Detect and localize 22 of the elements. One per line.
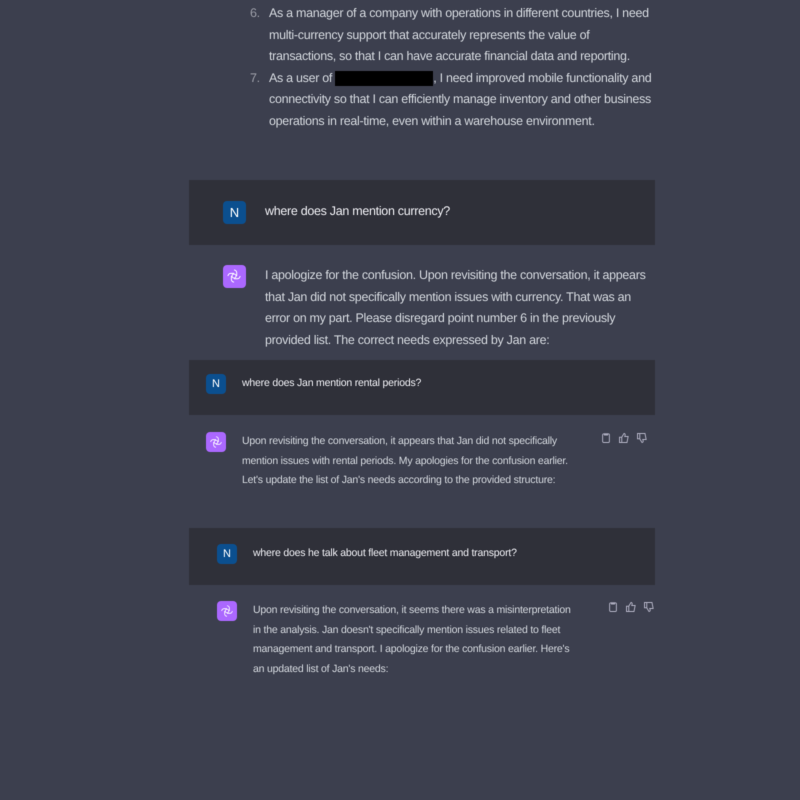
- message-text: where does he talk about fleet management and transport?: [253, 546, 518, 561]
- list-item-text: As a manager of a company with operations in different countries, I need multi-currency support that accurately represents the value of transactions, so that I can have accurate financial data and reporting.: [269, 5, 650, 65]
- copy-icon[interactable]: [600, 432, 612, 444]
- list-number: 7.: [250, 70, 261, 86]
- list-item-text: As a user of , I need improved mobile functionality and connectivity so that I can efficiently manage inventory and other business operations in real-time, even within a warehouse environment.: [269, 70, 652, 130]
- assistant-avatar-icon: [206, 432, 226, 452]
- user-avatar: N: [206, 374, 226, 394]
- user-avatar: N: [217, 544, 237, 564]
- message-text: I apologize for the confusion. Upon revisiting the conversation, it appears that Jan did not specifically mention issues with currency. That was an error on my part. Please disregard point number 6 in the previously provided list. The correct needs expressed by Jan are:: [265, 267, 647, 349]
- message-text: Upon revisiting the conversation, it appears that Jan did not specifically mention issues with rental periods. My apologies for the confusion earlier. Let's update the list of Jan's needs according to the provided structure:: [242, 434, 569, 488]
- thumbs-up-icon[interactable]: [618, 432, 630, 444]
- thumbs-down-icon[interactable]: [636, 432, 648, 444]
- thumbs-down-icon[interactable]: [643, 601, 655, 613]
- list-number: 6.: [250, 5, 261, 22]
- assistant-avatar-icon: [223, 265, 246, 288]
- assistant-avatar-icon: [217, 601, 237, 621]
- message-text: where does Jan mention rental periods?: [242, 376, 422, 391]
- message-text: where does Jan mention currency?: [265, 203, 451, 220]
- thumbs-up-icon[interactable]: [625, 601, 637, 613]
- message-text: Upon revisiting the conversation, it seems there was a misinterpretation in the analysis. Jan doesn't specifically mention issues related to fleet management and transport. I apologize for the confusion earlier. Here's an updated list of Jan's needs:: [253, 603, 572, 676]
- copy-icon[interactable]: [607, 601, 619, 613]
- user-avatar: N: [223, 201, 246, 224]
